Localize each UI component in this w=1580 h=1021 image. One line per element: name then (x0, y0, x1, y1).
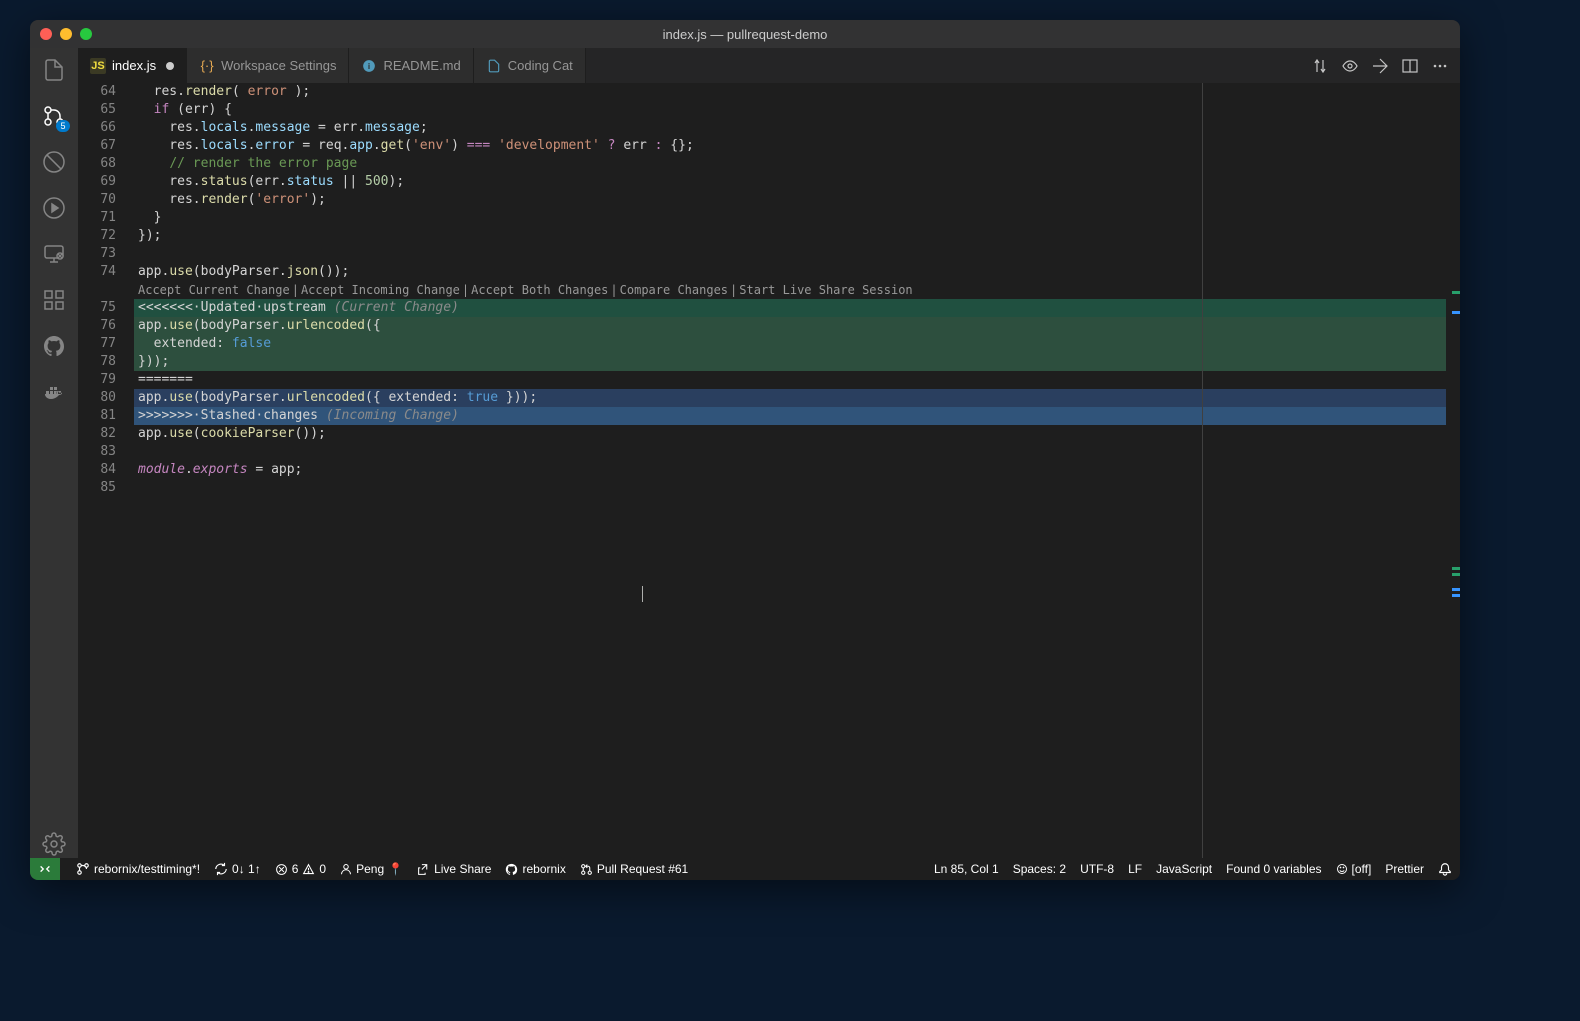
split-editor-icon[interactable] (1402, 58, 1418, 74)
merge-conflict-codelens: Accept Current Change | Accept Incoming … (134, 281, 1446, 299)
tab-label: README.md (383, 58, 460, 73)
encoding-status[interactable]: UTF-8 (1080, 862, 1114, 876)
start-live-share-link[interactable]: Start Live Share Session (739, 281, 912, 299)
preview-icon[interactable] (1342, 58, 1358, 74)
github-status[interactable]: rebornix (505, 862, 565, 876)
line-number-gutter: 64 65 66 67 68 69 70 71 72 73 74 75 76 7… (78, 83, 134, 858)
remote-explorer-icon[interactable] (40, 240, 68, 268)
editor-body[interactable]: 64 65 66 67 68 69 70 71 72 73 74 75 76 7… (78, 83, 1460, 858)
window-title: index.js — pullrequest-demo (663, 27, 828, 42)
vscode-window: index.js — pullrequest-demo 5 (30, 20, 1460, 880)
explorer-icon[interactable] (40, 56, 68, 84)
tab-workspace-settings[interactable]: {·} Workspace Settings (187, 48, 349, 83)
js-file-icon: JS (90, 58, 106, 74)
debug-icon[interactable] (40, 194, 68, 222)
editor-area: JS index.js {·} Workspace Settings i REA… (78, 48, 1460, 858)
tab-label: Workspace Settings (221, 58, 336, 73)
pull-request-status[interactable]: Pull Request #61 (580, 862, 688, 876)
eol-status[interactable]: LF (1128, 862, 1142, 876)
info-file-icon: i (361, 58, 377, 74)
settings-file-icon: {·} (199, 58, 215, 74)
language-mode[interactable]: JavaScript (1156, 862, 1212, 876)
indent-status[interactable]: Spaces: 2 (1013, 862, 1066, 876)
remote-indicator[interactable] (30, 858, 60, 880)
problems-status[interactable]: 6 0 (275, 862, 326, 876)
branch-status[interactable]: rebornix/testtiming*! (76, 862, 200, 876)
accept-both-link[interactable]: Accept Both Changes (471, 281, 608, 299)
tab-label: index.js (112, 58, 156, 73)
main-area: 5 (30, 48, 1460, 858)
scm-badge: 5 (56, 120, 70, 132)
text-cursor (642, 585, 643, 603)
maximize-window-button[interactable] (80, 28, 92, 40)
generic-file-icon (486, 58, 502, 74)
titlebar: index.js — pullrequest-demo (30, 20, 1460, 48)
open-changes-icon[interactable] (1372, 58, 1388, 74)
accept-current-link[interactable]: Accept Current Change (138, 281, 290, 299)
modified-indicator-icon (166, 62, 174, 70)
close-window-button[interactable] (40, 28, 52, 40)
status-bar: rebornix/testtiming*! 0↓ 1↑ 6 0 Peng 📍 L… (30, 858, 1460, 880)
variables-status[interactable]: Found 0 variables (1226, 862, 1321, 876)
more-actions-icon[interactable] (1432, 58, 1448, 74)
code-content[interactable]: res.render( error ); if (err) { res.loca… (134, 83, 1446, 858)
github-icon[interactable] (40, 332, 68, 360)
docker-icon[interactable] (40, 378, 68, 406)
live-share-status[interactable]: Live Share (417, 862, 491, 876)
settings-gear-icon[interactable] (40, 830, 68, 858)
prettier-status[interactable]: Prettier (1385, 862, 1424, 876)
editor-actions (1300, 48, 1460, 83)
notifications-icon[interactable] (1438, 862, 1452, 876)
tab-bar: JS index.js {·} Workspace Settings i REA… (78, 48, 1460, 83)
minimap[interactable] (1446, 83, 1460, 858)
source-control-icon[interactable]: 5 (40, 102, 68, 130)
user-status[interactable]: Peng 📍 (340, 862, 403, 876)
sync-status[interactable]: 0↓ 1↑ (214, 862, 261, 876)
minimize-window-button[interactable] (60, 28, 72, 40)
compare-changes-icon[interactable] (1312, 58, 1328, 74)
tab-readme[interactable]: i README.md (349, 48, 473, 83)
tab-coding-cat[interactable]: Coding Cat (474, 48, 586, 83)
traffic-lights (40, 28, 92, 40)
tab-index-js[interactable]: JS index.js (78, 48, 187, 83)
editor-ruler (1202, 83, 1203, 858)
compare-changes-link[interactable]: Compare Changes (620, 281, 728, 299)
svg-text:i: i (368, 61, 370, 70)
accept-incoming-link[interactable]: Accept Incoming Change (301, 281, 460, 299)
cursor-position[interactable]: Ln 85, Col 1 (934, 862, 999, 876)
feedback-status[interactable]: [off] (1336, 862, 1372, 876)
activity-bar: 5 (30, 48, 78, 858)
extensions-icon[interactable] (40, 286, 68, 314)
no-entry-icon[interactable] (40, 148, 68, 176)
tab-label: Coding Cat (508, 58, 573, 73)
